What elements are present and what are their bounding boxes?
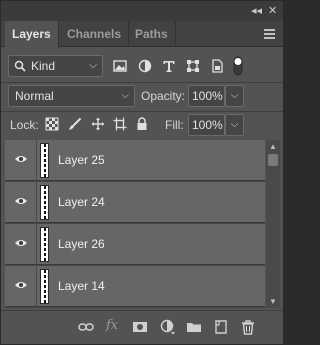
- eye-icon[interactable]: [14, 238, 28, 248]
- layer-row[interactable]: Layer 26: [5, 224, 265, 265]
- tab-layers[interactable]: Layers: [5, 21, 59, 48]
- new-layer-icon[interactable]: [213, 319, 229, 335]
- blend-mode-value: Normal: [15, 89, 54, 103]
- layer-thumbnail: [40, 185, 49, 220]
- tab-bar: Layers Channels Paths: [1, 21, 283, 48]
- layer-thumbnail: [40, 227, 49, 262]
- opacity-label: Opacity:: [141, 89, 186, 103]
- lock-image-icon[interactable]: [68, 117, 82, 131]
- scroll-down-icon[interactable]: ▼: [269, 297, 277, 306]
- link-layers-icon[interactable]: [78, 319, 94, 335]
- fx-icon[interactable]: fx: [106, 318, 122, 334]
- opacity-input[interactable]: 100%: [188, 85, 225, 107]
- tab-paths[interactable]: Paths: [128, 21, 176, 47]
- layer-row[interactable]: Layer 14: [5, 266, 265, 307]
- type-filter-icon[interactable]: [162, 59, 176, 73]
- divider: [1, 111, 283, 112]
- layer-row[interactable]: Layer 24: [5, 182, 265, 223]
- fill-dropdown-button[interactable]: ⌵: [225, 114, 244, 136]
- chevron-down-icon: ⌵: [121, 90, 129, 101]
- smart-object-filter-icon[interactable]: [210, 59, 224, 73]
- divider: [36, 266, 37, 307]
- layer-thumbnail: [40, 143, 49, 178]
- image-filter-icon[interactable]: [113, 59, 127, 73]
- filter-kind-select[interactable]: Kind ⌵: [8, 55, 103, 77]
- delete-layer-icon[interactable]: [240, 319, 256, 335]
- layers-panel: ◂◂ ✕ Layers Channels Paths Kind ⌵ Normal…: [0, 0, 284, 345]
- fill-label: Fill:: [165, 118, 184, 132]
- fill-input[interactable]: 100%: [188, 114, 225, 136]
- panel-menu-icon[interactable]: [264, 29, 275, 41]
- blend-mode-select[interactable]: Normal ⌵: [8, 85, 135, 107]
- eye-icon[interactable]: [14, 154, 28, 164]
- scroll-up-icon[interactable]: ▲: [269, 142, 277, 151]
- bottom-toolbar: fx: [1, 310, 283, 344]
- lock-artboard-icon[interactable]: [113, 117, 127, 131]
- tab-channels[interactable]: Channels: [60, 21, 130, 47]
- filter-kind-label: Kind: [31, 59, 56, 73]
- layer-name[interactable]: Layer 14: [58, 279, 105, 293]
- layer-thumbnail: [40, 269, 49, 304]
- filter-toggle-icon[interactable]: [233, 56, 243, 76]
- lock-all-icon[interactable]: [135, 117, 149, 131]
- add-mask-icon[interactable]: [132, 319, 148, 335]
- adjustment-layer-icon[interactable]: [160, 319, 176, 335]
- eye-icon[interactable]: [14, 280, 28, 290]
- divider: [1, 82, 283, 83]
- eye-icon[interactable]: [14, 196, 28, 206]
- panel-header: ◂◂ ✕: [1, 1, 283, 21]
- scrollbar[interactable]: ▲ ▼: [266, 140, 280, 308]
- opacity-dropdown-button[interactable]: ⌵: [225, 85, 244, 107]
- lock-position-icon[interactable]: [91, 117, 105, 131]
- adjustment-filter-icon[interactable]: [138, 59, 152, 73]
- new-group-icon[interactable]: [186, 319, 202, 335]
- layer-name[interactable]: Layer 24: [58, 195, 105, 209]
- divider: [36, 182, 37, 223]
- layer-name[interactable]: Layer 26: [58, 237, 105, 251]
- close-icon[interactable]: ✕: [268, 4, 277, 18]
- divider: [36, 140, 37, 181]
- lock-label: Lock:: [10, 118, 39, 132]
- layer-row[interactable]: Layer 25: [5, 140, 265, 181]
- scrollbar-thumb[interactable]: [268, 154, 278, 166]
- collapse-icon[interactable]: ◂◂: [251, 4, 262, 18]
- layer-name[interactable]: Layer 25: [58, 153, 105, 167]
- shape-filter-icon[interactable]: [186, 59, 200, 73]
- chevron-down-icon: ⌵: [89, 60, 97, 71]
- lock-transparent-icon[interactable]: [45, 117, 59, 131]
- layers-list: Layer 25 Layer 24 Layer 26 Layer 14: [5, 140, 265, 308]
- search-icon: [14, 60, 26, 72]
- divider: [36, 224, 37, 265]
